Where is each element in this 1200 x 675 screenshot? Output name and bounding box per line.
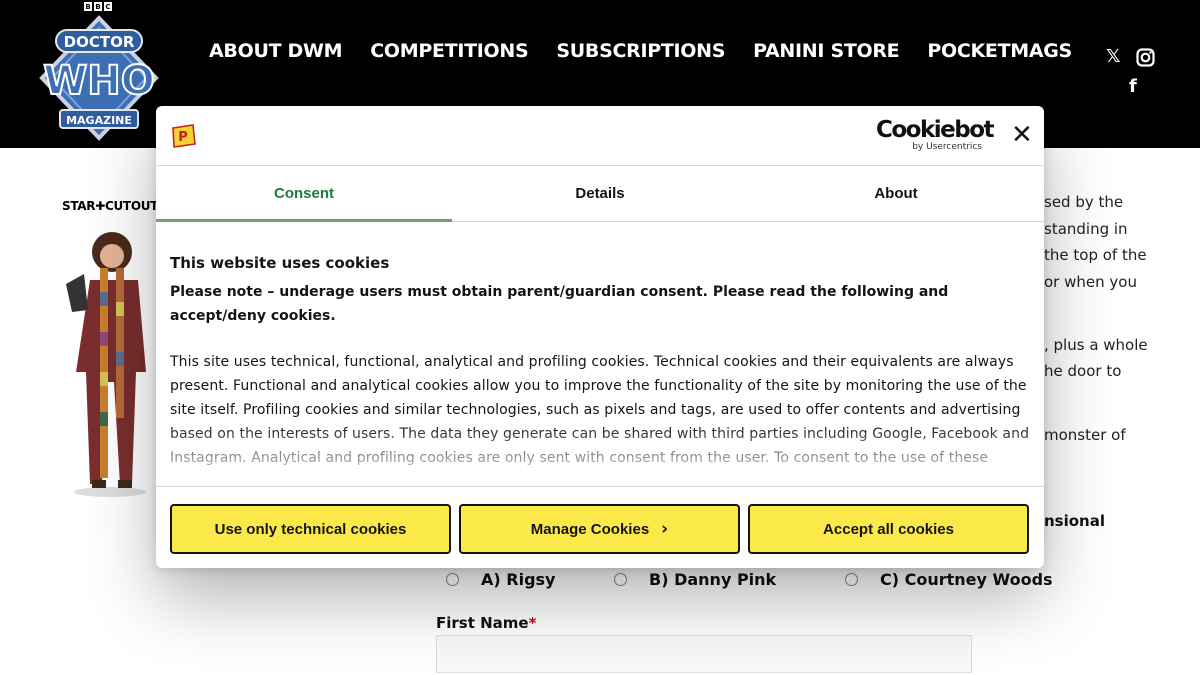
panini-badge-icon: P [172,124,196,148]
first-name-input[interactable] [436,635,972,673]
quiz-option-b[interactable]: B) Danny Pink [614,570,776,589]
radio-button[interactable] [446,573,459,586]
doctor-who-magazine-logo[interactable]: DOCTOR WHO MAGAZINE [34,14,164,142]
cookie-description: This site uses technical, functional, an… [170,354,1030,466]
dialog-title: This website uses cookies [170,254,390,272]
doctor-cutout-image [66,232,146,497]
instagram-icon[interactable] [1136,48,1155,67]
logo-who-text: WHO [43,58,155,104]
tab-details[interactable]: Details [452,166,748,221]
chevron-right-icon: › [661,519,669,539]
dialog-body[interactable]: This website uses cookies Please note – … [170,246,1030,486]
article-text-line: monster of [1044,426,1126,444]
nav-subscriptions[interactable]: SUBSCRIPTIONS [556,40,725,62]
article-text-line: , plus a whole [1044,336,1148,354]
required-mark: * [528,614,537,632]
article-text-line: sed by the [1044,193,1124,211]
bbc-logo: B B C [84,2,112,11]
star-cutouts-brand: STAR✚CUTOUTS [62,199,167,213]
quiz-option-a[interactable]: A) Rigsy [446,570,555,589]
facebook-icon[interactable]: f [1129,76,1137,97]
article-text-line: he door to [1044,362,1122,380]
logo-doctor-text: DOCTOR [64,33,135,51]
underage-note: Please note – underage users must obtain… [170,284,949,324]
nav-competitions[interactable]: COMPETITIONS [370,40,528,62]
svg-text:P: P [178,130,188,145]
radio-button[interactable] [845,573,858,586]
radio-button[interactable] [614,573,627,586]
question-text: nsional [1044,512,1105,530]
quiz-option-c[interactable]: C) Courtney Woods [845,570,1053,589]
dialog-footer: Use only technical cookies Manage Cookie… [156,486,1044,568]
cookie-consent-dialog: P Cookiebot by Usercentrics ✕ Consent De… [156,106,1044,568]
cookiebot-logo: Cookiebot by Usercentrics [876,117,995,152]
article-text-line: standing in [1044,220,1128,238]
nav-about-dwm[interactable]: ABOUT DWM [209,40,343,62]
dialog-header: P Cookiebot by Usercentrics ✕ [156,106,1044,166]
tab-consent[interactable]: Consent [156,166,452,222]
nav-panini-store[interactable]: PANINI STORE [753,40,900,62]
close-icon[interactable]: ✕ [1011,122,1033,148]
article-text-line: the top of the [1044,246,1147,264]
first-name-label: First Name* [436,614,537,632]
article-text-line: or when you [1044,273,1137,291]
x-twitter-icon[interactable]: 𝕏 [1106,46,1121,67]
tab-about[interactable]: About [748,166,1044,221]
accept-all-cookies-button[interactable]: Accept all cookies [748,504,1029,554]
manage-cookies-button[interactable]: Manage Cookies › [459,504,740,554]
main-nav: ABOUT DWM COMPETITIONS SUBSCRIPTIONS PAN… [209,40,1072,62]
nav-pocketmags[interactable]: POCKETMAGS [927,40,1072,62]
dialog-tabs: Consent Details About [156,166,1044,222]
logo-magazine-text: MAGAZINE [66,114,132,127]
use-technical-cookies-button[interactable]: Use only technical cookies [170,504,451,554]
